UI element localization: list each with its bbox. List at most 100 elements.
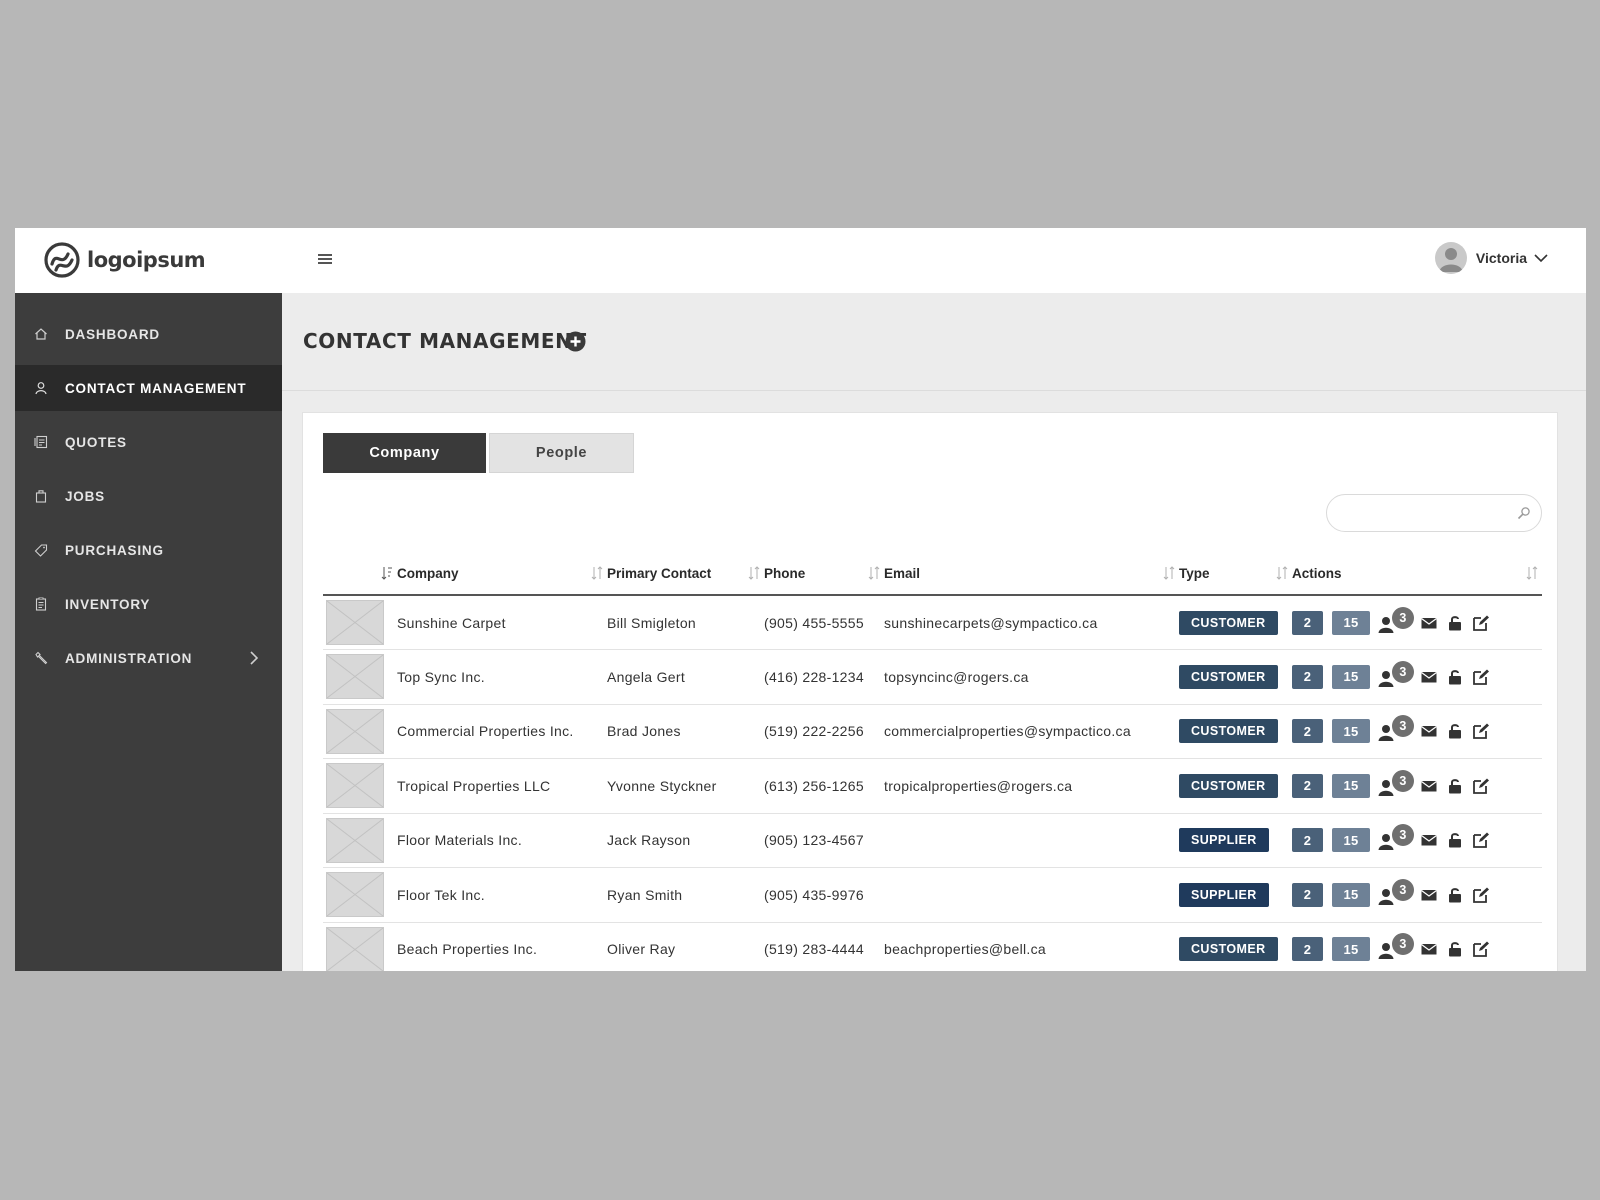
company-thumbnail-cell [323,704,397,759]
email-icon[interactable] [1420,831,1438,849]
user-icon [35,382,47,395]
people-count-button[interactable]: 3 [1378,660,1414,689]
sidebar-item-quotes[interactable]: QUOTES [15,419,282,465]
jobs-count-button[interactable]: 15 [1332,937,1370,962]
table-row[interactable]: Top Sync Inc. Angela Gert (416) 228-1234 to… [323,649,1542,705]
people-count: 3 [1392,769,1414,792]
table-row[interactable]: Sunshine Carpet Bill Smigleton (905) 455-5… [323,595,1542,650]
search-icon[interactable] [1517,506,1531,520]
company-thumbnail-cell [323,813,397,868]
home-icon [35,328,47,340]
column-header-email[interactable]: Email [884,552,1179,596]
column-header-phone[interactable]: Phone [764,552,884,596]
tab-company[interactable]: Company [323,433,486,473]
jobs-count-button[interactable]: 15 [1332,664,1370,689]
company-name[interactable]: Tropical Properties LLC [397,758,607,814]
people-count-button[interactable]: 3 [1378,769,1414,798]
people-count-button[interactable]: 3 [1378,824,1414,852]
lock-icon[interactable] [1446,722,1464,740]
quotes-count-button[interactable]: 2 [1292,882,1323,907]
quotes-count-button[interactable]: 2 [1292,664,1323,689]
search-input[interactable] [1341,495,1511,531]
column-header-actions[interactable]: Actions [1292,552,1542,596]
tab-people[interactable]: People [489,433,634,473]
sidebar-item-inventory[interactable]: INVENTORY [15,581,282,627]
table-row[interactable]: Tropical Properties LLC Yvonne Styckner (6… [323,758,1542,814]
edit-icon[interactable] [1472,831,1490,849]
lock-icon[interactable] [1446,777,1464,795]
sidebar-item-label: DASHBOARD [65,326,160,342]
quotes-count-button[interactable]: 2 [1292,937,1323,962]
email-icon[interactable] [1420,886,1438,904]
jobs-count-button[interactable]: 15 [1332,719,1370,744]
lock-icon[interactable] [1446,940,1464,958]
edit-icon[interactable] [1472,614,1490,632]
company-name[interactable]: Floor Tek Inc. [397,867,607,923]
edit-icon[interactable] [1472,886,1490,904]
sidebar-item-label: PURCHASING [65,542,164,558]
sidebar-item-label: ADMINISTRATION [65,650,193,666]
column-header-primary-contact[interactable]: Primary Contact [607,552,764,596]
email-icon[interactable] [1420,668,1438,686]
lock-icon[interactable] [1446,614,1464,632]
sidebar-item-contact-management[interactable]: CONTACT MANAGEMENT [15,365,282,411]
jobs-count-button[interactable]: 15 [1332,773,1370,798]
company-name[interactable]: Top Sync Inc. [397,649,607,705]
sidebar-item-dashboard[interactable]: DASHBOARD [15,311,282,357]
sidebar-item-jobs[interactable]: JOBS [15,473,282,519]
primary-contact: Jack Rayson [607,813,764,868]
sidebar-item-administration[interactable]: ADMINISTRATION [15,635,282,681]
tag-icon [34,544,48,557]
lock-icon[interactable] [1446,886,1464,904]
logo[interactable]: logoipsum [44,242,206,278]
company-name[interactable]: Sunshine Carpet [397,595,607,650]
user-menu[interactable]: Victoria [1434,242,1549,274]
lock-icon[interactable] [1446,831,1464,849]
people-count-button[interactable]: 3 [1378,606,1414,635]
edit-icon[interactable] [1472,668,1490,686]
people-count-button[interactable]: 3 [1378,933,1414,961]
jobs-count-button[interactable]: 15 [1332,882,1370,907]
actions-cell: 2 15 3 [1292,867,1542,923]
email-icon[interactable] [1420,614,1438,632]
email-icon[interactable] [1420,940,1438,958]
table-row[interactable]: Floor Materials Inc. Jack Rayson (905) 123… [323,813,1542,868]
quotes-count-button[interactable]: 2 [1292,610,1323,635]
table-row[interactable]: Commercial Properties Inc. Brad Jones (519… [323,704,1542,759]
jobs-count-button[interactable]: 15 [1332,610,1370,635]
email-icon[interactable] [1420,777,1438,795]
company-name[interactable]: Floor Materials Inc. [397,813,607,868]
type-badge: SUPPLIER [1179,882,1269,907]
quotes-count-button[interactable]: 2 [1292,773,1323,798]
quotes-count-button[interactable]: 2 [1292,828,1323,853]
edit-icon[interactable] [1472,940,1490,958]
table-row[interactable]: Floor Tek Inc. Ryan Smith (905) 435-9976 SU… [323,867,1542,923]
column-header-type[interactable]: Type [1179,552,1292,596]
people-count-button[interactable]: 3 [1378,878,1414,907]
company-thumbnail-cell [323,867,397,923]
email: beachproperties@bell.ca [884,922,1179,971]
quotes-count-button[interactable]: 2 [1292,719,1323,744]
column-header-image[interactable] [323,552,397,596]
sidebar-item-label: JOBS [65,488,105,504]
menu-toggle-icon[interactable] [318,252,332,266]
type-badge: CUSTOMER [1179,773,1278,798]
people-count-button[interactable]: 3 [1378,715,1414,743]
email-icon[interactable] [1420,722,1438,740]
company-name[interactable]: Commercial Properties Inc. [397,704,607,759]
company-name[interactable]: Beach Properties Inc. [397,922,607,971]
avatar [1434,242,1467,274]
company-logo-placeholder [326,600,384,645]
company-thumbnail-cell [323,758,397,814]
add-contact-icon[interactable] [565,331,586,352]
table-row[interactable]: Beach Properties Inc. Oliver Ray (519) 283… [323,922,1542,971]
lock-icon[interactable] [1446,668,1464,686]
email: sunshinecarpets@sympactico.ca [884,595,1179,650]
edit-icon[interactable] [1472,777,1490,795]
people-count: 3 [1392,878,1414,901]
avatar-icon [1438,248,1463,272]
sidebar-item-purchasing[interactable]: PURCHASING [15,527,282,573]
jobs-count-button[interactable]: 15 [1332,828,1370,853]
edit-icon[interactable] [1472,722,1490,740]
column-header-company[interactable]: Company [397,552,607,596]
